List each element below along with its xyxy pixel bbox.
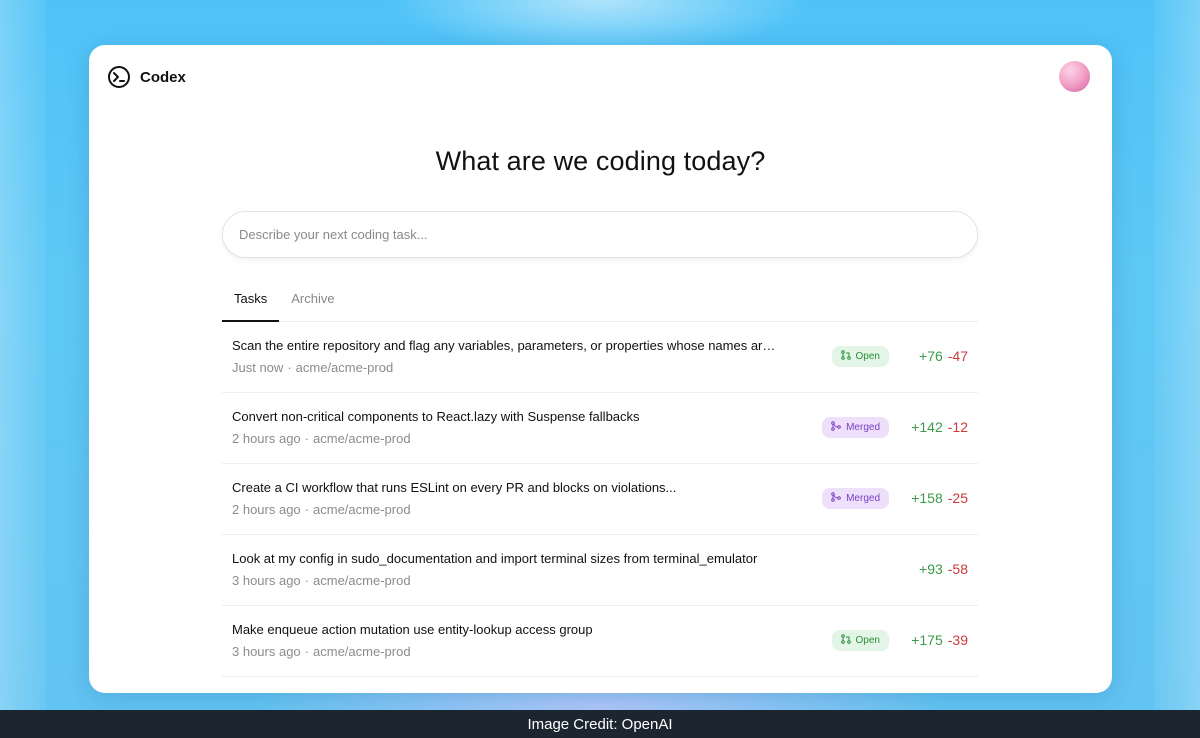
additions: +93	[919, 561, 943, 577]
additions: +76	[919, 348, 943, 364]
status-badge[interactable]: Merged	[822, 417, 889, 438]
meta-separator: ·	[304, 502, 310, 517]
task-list: Scan the entire repository and flag any …	[222, 322, 978, 677]
codex-logo-icon	[108, 66, 130, 88]
status-label: Open	[855, 635, 880, 646]
diff-stats: +76 -47	[919, 348, 968, 364]
deletions: -58	[947, 561, 968, 577]
tab-tasks[interactable]: Tasks	[222, 281, 280, 322]
page-title: What are we coding today?	[435, 146, 766, 176]
task-repo: acme/acme-prod	[313, 573, 411, 588]
task-meta: Just now · acme/acme-prod	[232, 360, 393, 375]
task-time: Just now	[232, 360, 284, 375]
meta-separator: ·	[304, 431, 310, 446]
task-time: 2 hours ago	[232, 502, 301, 517]
tab-archive[interactable]: Archive	[279, 281, 346, 322]
codex-window: Codex What are we coding today? Tasks Ar…	[89, 45, 1112, 693]
app-name: Codex	[140, 68, 186, 86]
deletions: -25	[947, 490, 968, 506]
task-row[interactable]: Create a CI workflow that runs ESLint on…	[222, 464, 978, 535]
task-row[interactable]: Convert non-critical components to React…	[222, 393, 978, 464]
diff-stats: +142 -12	[911, 419, 968, 435]
task-repo: acme/acme-prod	[295, 360, 394, 375]
meta-separator: ·	[304, 573, 310, 588]
brand[interactable]: Codex	[108, 65, 186, 89]
task-title[interactable]: Make enqueue action mutation use entity-…	[232, 622, 777, 637]
status-label: Merged	[846, 422, 880, 433]
deletions: -12	[947, 419, 968, 435]
task-meta: 3 hours ago · acme/acme-prod	[232, 644, 411, 659]
task-meta: 2 hours ago · acme/acme-prod	[232, 502, 411, 517]
task-time: 2 hours ago	[232, 431, 301, 446]
merge-icon	[831, 421, 841, 434]
task-row[interactable]: Look at my config in sudo_documentation …	[222, 535, 978, 606]
task-title[interactable]: Look at my config in sudo_documentation …	[232, 551, 777, 566]
diff-stats: +93 -58	[919, 561, 968, 577]
image-credit: Image Credit: OpenAI	[0, 710, 1200, 738]
diff-stats: +158 -25	[911, 490, 968, 506]
additions: +158	[911, 490, 943, 506]
status-badge[interactable]: Open	[831, 346, 889, 367]
task-row[interactable]: Scan the entire repository and flag any …	[222, 322, 978, 393]
avatar[interactable]	[1059, 61, 1090, 92]
task-repo: acme/acme-prod	[313, 502, 411, 517]
deletions: -39	[947, 632, 968, 648]
status-badge[interactable]: Merged	[822, 488, 889, 509]
merge-icon	[831, 492, 841, 505]
tab-bar: Tasks Archive	[222, 281, 978, 322]
task-title[interactable]: Convert non-critical components to React…	[232, 409, 777, 424]
background-edge-right	[1154, 0, 1200, 710]
task-row[interactable]: Make enqueue action mutation use entity-…	[222, 606, 978, 677]
additions: +175	[911, 632, 943, 648]
meta-separator: ·	[287, 360, 292, 375]
pull-request-icon	[840, 634, 851, 647]
deletions: -47	[947, 348, 968, 364]
additions: +142	[911, 419, 943, 435]
task-time: 3 hours ago	[232, 644, 301, 659]
status-label: Open	[855, 351, 880, 362]
task-time: 3 hours ago	[232, 573, 301, 588]
task-title[interactable]: Create a CI workflow that runs ESLint on…	[232, 480, 777, 495]
status-label: Merged	[846, 493, 880, 504]
pull-request-icon	[840, 350, 851, 363]
task-title[interactable]: Scan the entire repository and flag any …	[232, 338, 777, 353]
background-edge-left	[0, 0, 46, 710]
task-meta: 2 hours ago · acme/acme-prod	[232, 431, 411, 446]
task-input[interactable]	[222, 211, 978, 258]
status-badge[interactable]: Open	[831, 630, 889, 651]
task-repo: acme/acme-prod	[313, 644, 411, 659]
diff-stats: +175 -39	[911, 632, 968, 648]
task-repo: acme/acme-prod	[313, 431, 411, 446]
meta-separator: ·	[304, 644, 310, 659]
task-meta: 3 hours ago · acme/acme-prod	[232, 573, 411, 588]
